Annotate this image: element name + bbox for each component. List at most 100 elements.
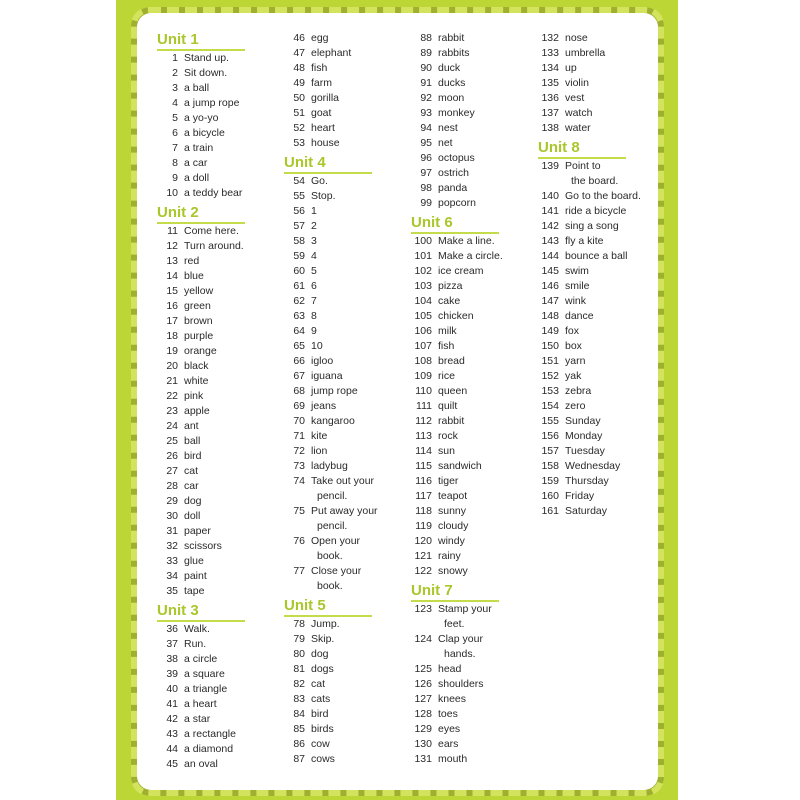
item-text: Sunday [565,414,601,429]
item-number: 49 [293,77,305,89]
list-item: 17 brown [157,314,249,329]
item-text-line: monkey [438,107,475,119]
item-text-line: a heart [184,698,217,710]
item-number: 21 [166,375,178,387]
unit-heading: Unit 7 [411,582,499,602]
item-number: 110 [415,385,432,397]
list-item: 127 knees [411,692,503,707]
item-number: 150 [541,340,559,352]
item-text-line: wink [565,295,587,307]
item-text: quilt [438,399,457,414]
list-item: 90 duck [411,61,503,76]
item-text: shoulders [438,677,484,692]
list-item: 28 car [157,479,249,494]
list-item: 18 purple [157,329,249,344]
item-number: 126 [414,678,432,690]
item-text: red [184,254,199,269]
item-text-line: popcorn [438,197,476,209]
list-item: 92 moon [411,91,503,106]
item-text-line: 6 [311,280,317,292]
item-number: 146 [541,280,559,292]
list-item: 6 a bicycle [157,126,249,141]
item-text-line: Sunday [565,415,601,427]
item-number: 23 [166,405,178,417]
list-item: 101 Make a circle. [411,249,503,264]
item-text: panda [438,181,467,196]
item-number: 36 [166,623,178,635]
item-number: 113 [415,430,432,442]
item-text-line: a teddy bear [184,187,243,199]
list-item: 10 a teddy bear [157,186,249,201]
item-text: kangaroo [311,414,355,429]
list-item: 124 Clap your hands. [411,632,503,662]
item-text: a triangle [184,682,227,697]
list-item: 96 octopus [411,151,503,166]
item-text: 4 [311,249,317,264]
item-number: 83 [293,693,305,705]
list-item: 57 2 [284,219,376,234]
item-text: cake [438,294,460,309]
item-text: yak [565,369,581,384]
item-text: a jump rope [184,96,239,111]
item-text: watch [565,106,592,121]
item-text-line: Stop. [311,190,336,202]
item-text: ladybug [311,459,348,474]
list-item: 110 queen [411,384,503,399]
item-number: 129 [414,723,432,735]
item-text-line: 3 [311,235,317,247]
item-text-line: cloudy [438,520,469,532]
item-text: head [438,662,461,677]
item-number: 156 [541,430,559,442]
item-number: 114 [415,445,432,457]
item-number: 143 [541,235,559,247]
item-text: fly a kite [565,234,604,249]
item-text-line: Make a line. [438,235,495,247]
item-text-line: a circle [184,653,218,665]
item-number: 159 [541,475,559,487]
item-text: milk [438,324,457,339]
item-number: 1 [172,52,178,64]
list-item: 111 quilt [411,399,503,414]
item-text-line: shoulders [438,678,484,690]
item-number: 108 [414,355,432,367]
item-text-line: purple [184,330,214,342]
item-text: toes [438,707,458,722]
item-number: 20 [166,360,178,372]
item-text: a bicycle [184,126,225,141]
item-text: fish [438,339,454,354]
item-text: scissors [184,539,222,554]
item-number: 102 [414,265,432,277]
list-item: 49 farm [284,76,376,91]
list-item: 51 goat [284,106,376,121]
item-number: 116 [415,475,432,487]
item-text-line: ladybug [311,460,348,472]
list-item: 157 Tuesday [538,444,630,459]
item-text: egg [311,31,329,46]
item-text: duck [438,61,460,76]
list-item: 21 white [157,374,249,389]
item-number: 158 [541,460,559,472]
item-text: 9 [311,324,317,339]
list-item: 47 elephant [284,46,376,61]
list-item: 69 jeans [284,399,376,414]
item-text-line: umbrella [565,47,606,59]
item-number: 161 [541,505,559,517]
item-text-line: Wednesday [565,460,621,472]
item-text: popcorn [438,196,476,211]
item-text-line-2: pencil. [317,490,348,502]
list-item: 142 sing a song [538,219,630,234]
item-text: apple [184,404,210,419]
item-text-line: 4 [311,250,317,262]
item-number: 50 [293,92,305,104]
item-text: teapot [438,489,467,504]
list-item: 140 Go to the board. [538,189,640,204]
list-item: 80 dog [284,647,376,662]
item-text: 8 [311,309,317,324]
item-text: 3 [311,234,317,249]
item-text-line: Stand up. [184,52,229,64]
item-number: 104 [414,295,432,307]
list-item: 135 violin [538,76,630,91]
item-text: jump rope [311,384,358,399]
list-item: 126 shoulders [411,677,503,692]
list-item: 120 windy [411,534,503,549]
